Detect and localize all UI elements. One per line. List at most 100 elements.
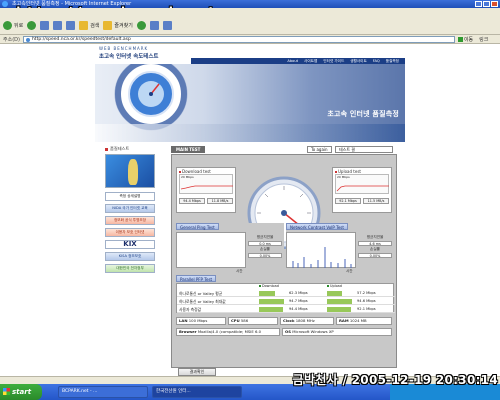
download-level-bar — [259, 299, 284, 304]
mail-icon — [149, 21, 159, 30]
history-button[interactable] — [136, 21, 146, 30]
upload-value: 92.1 Mbps — [357, 307, 376, 311]
voip-latency-label: 평균지연율 — [366, 235, 384, 239]
taskbar-item[interactable]: BCPARK.net - ... — [58, 386, 148, 398]
voip-chart — [286, 232, 356, 268]
search-icon — [79, 21, 89, 30]
sidebar-item-egov[interactable]: 대한민국 전자정부 — [105, 264, 155, 273]
refresh-button[interactable] — [53, 21, 63, 30]
window-controls — [475, 1, 498, 7]
address-bar: 주소(D) http://speed.nca.or.kr/speedtest/d… — [0, 35, 500, 44]
result-label: 사용자 측정값 — [179, 307, 202, 312]
address-label: 주소(D) — [3, 36, 20, 43]
voip-metrics: 평균지연율 4.6 ms 손실률 0.00% — [358, 235, 392, 258]
ping-test-panel: General Ping Test 시간 평균지연율 0.0 ms 손실률 0.… — [176, 223, 284, 279]
download-value: 94.7 Mbps — [289, 299, 308, 303]
hero-banner: 초고속 인터넷 품질측정 — [95, 64, 405, 142]
tab-main-test[interactable]: MAIN TEST — [171, 146, 206, 153]
spec-row-hw: LAN 100 Mbps CPU 586 Clock 1808 MHz RAM … — [176, 317, 394, 325]
voip-test-panel: Network Contrast VoIP Test 시간 평균지연율 4.6 … — [286, 223, 394, 279]
voip-loss-value: 0.00% — [358, 253, 392, 258]
banner-stripe — [95, 124, 405, 142]
ping-metrics: 평균지연율 0.0 ms 손실률 0.00% — [248, 235, 282, 258]
go-arrow-icon — [457, 36, 463, 42]
sidebar-item-kix[interactable]: KIX — [105, 240, 155, 249]
korea-map-banner[interactable] — [105, 154, 155, 188]
result-confirm-button[interactable]: 결과확인 — [178, 368, 216, 376]
download-plot: 20 Mbps — [179, 174, 233, 194]
result-label: 하나로통신 or Valley 평균 — [179, 291, 223, 296]
table-row: 하나로통신 or Valley 평균 62.3 Mbps 57.2 Mbps — [177, 290, 395, 297]
go-label: 이동 — [463, 36, 474, 43]
pfp-test-head: Parallel PFP Test — [176, 275, 217, 282]
site-page: WEB BENCHMARK 초고속 인터넷 속도테스트 About 사이트맵 인… — [95, 44, 405, 376]
menubar — [0, 8, 500, 17]
ping-latency-label: 평균지연율 — [256, 235, 274, 239]
download-chart: Download test 20 Mbps 94.4 Mbps 11.8 MB/… — [176, 167, 236, 213]
voip-loss-label: 손실률 — [370, 247, 380, 251]
maximize-icon[interactable] — [483, 1, 490, 7]
voip-axis-label: 시간 — [346, 269, 353, 273]
retry-button[interactable]: To again — [307, 146, 332, 153]
close-icon[interactable] — [491, 1, 498, 7]
logo-small-text: WEB BENCHMARK — [99, 46, 149, 51]
ping-loss-value: 0.00% — [248, 253, 282, 258]
ping-chart — [176, 232, 246, 268]
upload-stats: 92.1 Mbps 11.5 MB/s — [335, 198, 389, 204]
sidebar: 품질테스트 측정 상세설명 NIDA 국가 인터넷 교육 정보화 공식 투명보장… — [105, 146, 157, 276]
download-value: 62.3 Mbps — [289, 291, 308, 295]
sidebar-item-transparency[interactable]: 정보화 공식 투명보장 — [105, 216, 155, 225]
forward-button[interactable] — [27, 21, 37, 30]
upload-mbytes: 11.5 MB/s — [363, 198, 389, 204]
voip-spike-bars — [292, 247, 352, 268]
links-label[interactable]: 링크 — [479, 36, 488, 43]
upload-level-bar — [327, 291, 342, 296]
upload-plot: 20 Mbps — [335, 174, 389, 194]
table-row: 사용자 측정값 94.4 Mbps 92.1 Mbps — [177, 306, 395, 313]
upload-chart: Upload test 20 Mbps 92.1 Mbps 11.5 MB/s — [332, 167, 392, 213]
favorites-button[interactable]: 즐겨찾기 — [103, 21, 133, 30]
home-icon — [66, 21, 76, 30]
sidebar-item-kisa[interactable]: KISA 정보보호 — [105, 252, 155, 261]
page-viewport: WEB BENCHMARK 초고속 인터넷 속도테스트 About 사이트맵 인… — [0, 44, 500, 376]
sidebar-item-user-protection[interactable]: 이용자 보호 인터넷 — [105, 228, 155, 237]
logo-title: 초고속 인터넷 속도테스트 — [99, 54, 159, 60]
result-select[interactable]: 테스트 결 — [335, 146, 393, 153]
back-button[interactable]: 뒤로 — [3, 21, 23, 30]
ram-spec: RAM 1024 MB — [336, 317, 392, 325]
ping-test-head: General Ping Test — [176, 223, 219, 230]
stop-button[interactable] — [40, 21, 50, 30]
upload-level-bar — [327, 299, 352, 304]
download-level-bar — [259, 307, 284, 312]
download-stats: 94.4 Mbps 11.8 MB/s — [179, 198, 233, 204]
home-button[interactable] — [66, 21, 76, 30]
ping-loss-label: 손실률 — [260, 247, 270, 251]
go-button[interactable]: 이동 — [457, 36, 474, 43]
star-icon — [103, 21, 113, 30]
taskbar-item[interactable]: 한국전산원 인터... — [152, 386, 242, 398]
results-header: Download Upload — [177, 284, 395, 289]
address-input[interactable]: http://speed.nca.or.kr/speedtest/default… — [22, 35, 455, 43]
clock-spec: Clock 1808 MHz — [280, 317, 334, 325]
search-label: 검색 — [90, 23, 100, 29]
print-button[interactable] — [162, 21, 172, 30]
history-icon — [136, 21, 146, 30]
download-value: 94.4 Mbps — [289, 307, 308, 311]
voip-test-head: Network Contrast VoIP Test — [286, 223, 348, 230]
mail-button[interactable] — [149, 21, 159, 30]
sidebar-item-nida[interactable]: NIDA 국가 인터넷 교육 — [105, 204, 155, 213]
upload-value: 94.6 Mbps — [357, 299, 376, 303]
refresh-icon — [53, 21, 63, 30]
result-label: 하나로통신 or Valley 최대값 — [179, 299, 226, 304]
spec-row-sw: Browser Mozilla/4.0 (compatible; MSIE 6.… — [176, 328, 394, 336]
sidebar-heading: 품질테스트 — [105, 146, 157, 152]
start-button[interactable]: start — [0, 384, 42, 400]
results-table: Download Upload 하나로통신 or Valley 평균 62.3 M… — [176, 283, 395, 313]
minimize-icon[interactable] — [475, 1, 482, 7]
print-icon — [162, 21, 172, 30]
browser-spec: Browser Mozilla/4.0 (compatible; MSIE 6.… — [176, 328, 280, 336]
sidebar-item-detail[interactable]: 측정 상세설명 — [105, 192, 155, 201]
search-button[interactable]: 검색 — [79, 21, 99, 30]
stop-icon — [40, 21, 50, 30]
download-level-bar — [259, 291, 276, 296]
